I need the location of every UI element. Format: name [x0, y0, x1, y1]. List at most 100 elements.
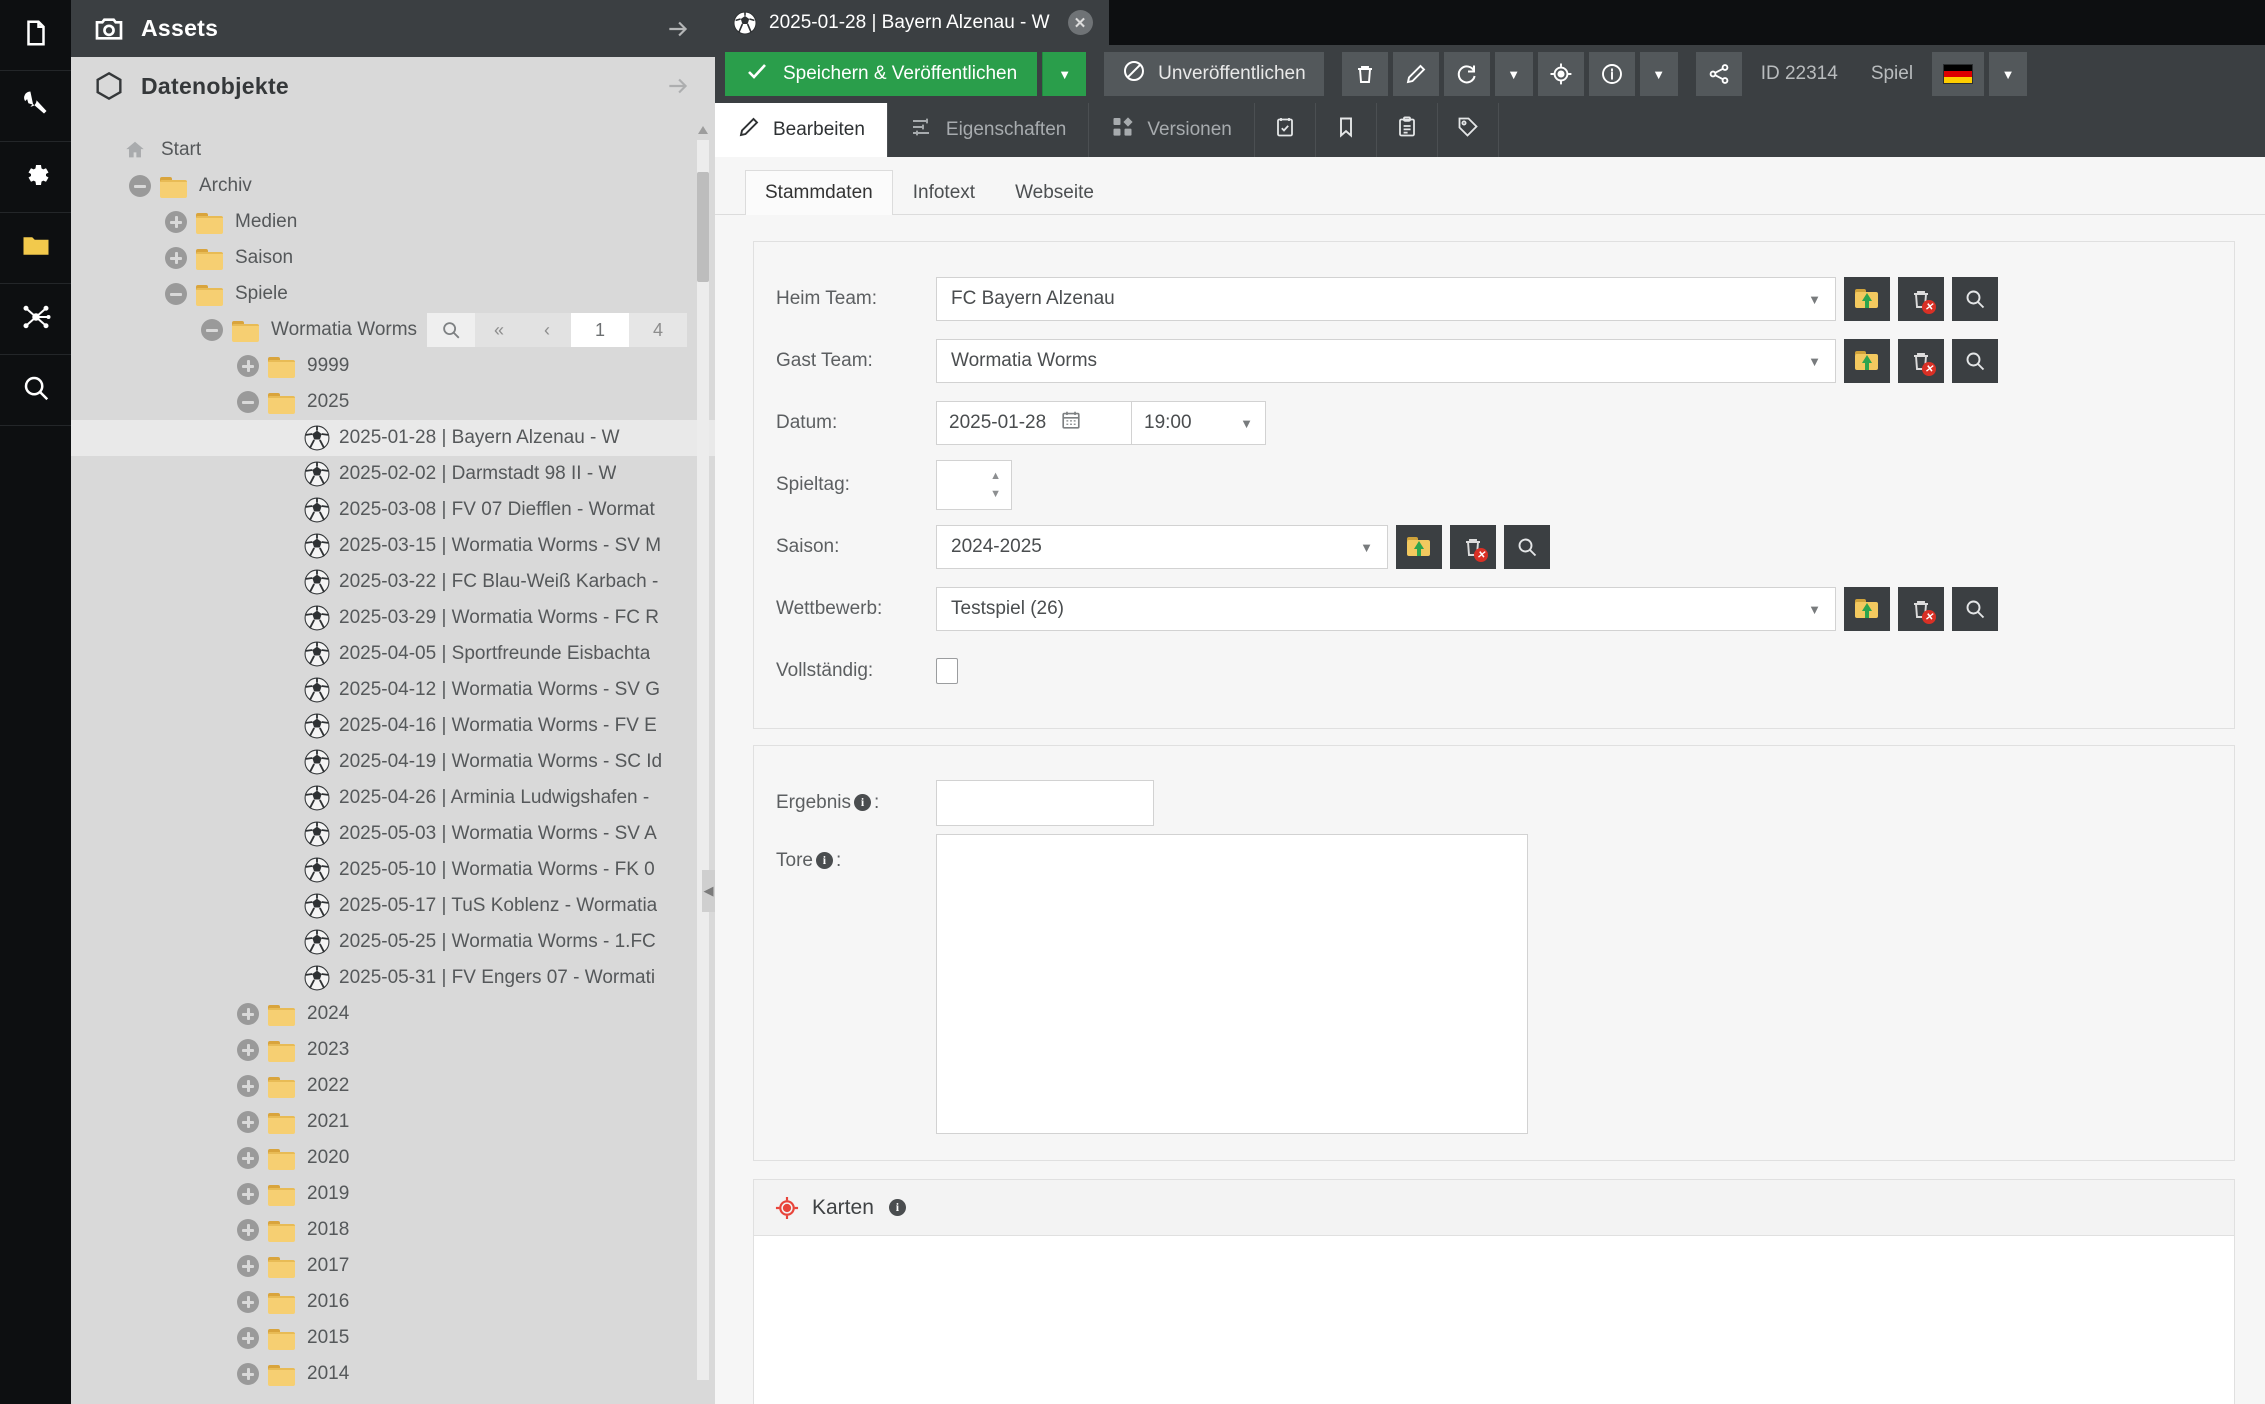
tree-item-folder[interactable]: 2022	[71, 1068, 715, 1104]
tree-item-match[interactable]: 2025-05-10 | Wormatia Worms - FK 0	[71, 852, 715, 888]
tree-item-folder[interactable]: 2014	[71, 1356, 715, 1392]
chevron-down-icon[interactable]: ▼	[1808, 292, 1821, 307]
gast-team-open-button[interactable]	[1844, 339, 1890, 383]
tree-item-match[interactable]: 2025-05-17 | TuS Koblenz - Wormatia	[71, 888, 715, 924]
saison-open-button[interactable]	[1396, 525, 1442, 569]
tree-item-folder[interactable]: Spiele	[71, 276, 715, 312]
tree-item-folder[interactable]: Saison	[71, 240, 715, 276]
tab-stammdaten[interactable]: Stammdaten	[745, 170, 893, 215]
reload-caret-icon[interactable]: ▼	[1494, 52, 1533, 96]
tree-item-folder[interactable]: 2020	[71, 1140, 715, 1176]
tab-notes[interactable]	[1377, 103, 1438, 157]
saison-clear-button[interactable]: ✕	[1450, 525, 1496, 569]
tree-search-icon[interactable]	[427, 313, 476, 347]
collapse-icon[interactable]	[237, 391, 259, 413]
tree-item-folder[interactable]: 2018	[71, 1212, 715, 1248]
tree-item-folder[interactable]: 2021	[71, 1104, 715, 1140]
open-document-tab[interactable]: 2025-01-28 | Bayern Alzenau - W ✕	[715, 0, 1109, 45]
tree-item-match[interactable]: 2025-03-29 | Wormatia Worms - FC R	[71, 600, 715, 636]
edit-icon[interactable]	[1392, 52, 1439, 96]
tab-webseite[interactable]: Webseite	[995, 170, 1114, 215]
tree-item-folder[interactable]: Wormatia Worms «‹ 1 4	[71, 312, 715, 348]
tab-eigenschaften[interactable]: Eigenschaften	[888, 103, 1090, 157]
vollstaendig-checkbox[interactable]	[936, 658, 958, 684]
tree-item-folder[interactable]: 2025	[71, 384, 715, 420]
expand-icon[interactable]	[237, 1255, 259, 1277]
gast-team-select[interactable]: Wormatia Worms ▼	[936, 339, 1836, 383]
expand-icon[interactable]	[237, 1291, 259, 1313]
tree-item-match[interactable]: 2025-03-08 | FV 07 Diefflen - Wormat	[71, 492, 715, 528]
heim-team-search-button[interactable]	[1952, 277, 1998, 321]
tree-item-match[interactable]: 2025-04-26 | Arminia Ludwigshafen -	[71, 780, 715, 816]
object-tree[interactable]: Start Archiv Medien Saison Spiele Wormatia Wo…	[71, 115, 715, 1404]
sidebar-item-tools[interactable]	[0, 71, 71, 142]
tree-item-match[interactable]: 2025-05-03 | Wormatia Worms - SV A	[71, 816, 715, 852]
tree-item-folder[interactable]: Archiv	[71, 168, 715, 204]
tab-versionen[interactable]: Versionen	[1089, 103, 1255, 157]
tree-item-match[interactable]: 2025-04-16 | Wormatia Worms - FV E	[71, 708, 715, 744]
info-icon[interactable]: i	[888, 1199, 906, 1216]
tree-item-match[interactable]: 2025-04-12 | Wormatia Worms - SV G	[71, 672, 715, 708]
wettbewerb-select[interactable]: Testspiel (26) ▼	[936, 587, 1836, 631]
karten-section-header[interactable]: Karten i	[754, 1180, 2234, 1236]
tree-item-match[interactable]: 2025-05-25 | Wormatia Worms - 1.FC	[71, 924, 715, 960]
heim-team-select[interactable]: FC Bayern Alzenau ▼	[936, 277, 1836, 321]
tree-item-folder[interactable]: 2015	[71, 1320, 715, 1356]
expand-icon[interactable]	[165, 247, 187, 269]
karten-section-body[interactable]	[754, 1236, 2234, 1404]
share-icon[interactable]	[1695, 52, 1742, 96]
saison-search-button[interactable]	[1504, 525, 1550, 569]
sidebar-item-search[interactable]	[0, 355, 71, 426]
tree-item-folder[interactable]: 2017	[71, 1248, 715, 1284]
tree-item-folder[interactable]: 2023	[71, 1032, 715, 1068]
expand-icon[interactable]	[237, 1219, 259, 1241]
tree-item-folder[interactable]: 9999	[71, 348, 715, 384]
tree-item-folder[interactable]: Medien	[71, 204, 715, 240]
tree-scrollbar[interactable]	[697, 126, 709, 1380]
spieltag-stepper[interactable]: ▲ ▼	[936, 460, 1012, 510]
uhrzeit-select[interactable]: 19:00 ▼	[1132, 401, 1266, 445]
tab-tags[interactable]	[1438, 103, 1499, 157]
tree-item-match[interactable]: 2025-03-15 | Wormatia Worms - SV M	[71, 528, 715, 564]
expand-icon[interactable]	[237, 1075, 259, 1097]
tab-infotext[interactable]: Infotext	[893, 170, 995, 215]
unpublish-button[interactable]: Unveröffentlichen	[1104, 52, 1324, 96]
save-and-publish-button[interactable]: Speichern & Veröffentlichen	[725, 52, 1038, 96]
wettbewerb-search-button[interactable]	[1952, 587, 1998, 631]
sidebar-item-objects[interactable]	[0, 284, 71, 355]
save-options-caret-icon[interactable]: ▼	[1042, 52, 1087, 96]
tree-item-match[interactable]: 2025-03-22 | FC Blau-Weiß Karbach -	[71, 564, 715, 600]
close-icon[interactable]: ✕	[1067, 10, 1093, 35]
tab-tasks[interactable]	[1255, 103, 1316, 157]
tree-item-match[interactable]: 2025-05-31 | FV Engers 07 - Wormati	[71, 960, 715, 996]
info-icon[interactable]: i	[815, 852, 833, 870]
tree-item-folder[interactable]: 2016	[71, 1284, 715, 1320]
stepper-up-icon[interactable]: ▲	[990, 470, 1001, 482]
expand-icon[interactable]	[237, 1363, 259, 1385]
datum-input[interactable]: 2025-01-28	[936, 401, 1132, 445]
stepper-arrows-icon[interactable]: ▲ ▼	[990, 470, 1001, 500]
tree-item-match[interactable]: 2025-04-19 | Wormatia Worms - SC Id	[71, 744, 715, 780]
pagination-first-button[interactable]: «	[475, 313, 524, 347]
expand-icon[interactable]	[237, 1039, 259, 1061]
language-flag-button[interactable]	[1932, 52, 1985, 96]
sidebar-item-files[interactable]	[0, 213, 71, 284]
heim-team-open-button[interactable]	[1844, 277, 1890, 321]
tree-item-match[interactable]: 2025-02-02 | Darmstadt 98 II - W	[71, 456, 715, 492]
tree-item-match[interactable]: 2025-01-28 | Bayern Alzenau - W	[71, 420, 715, 456]
expand-icon[interactable]	[237, 1111, 259, 1133]
expand-icon[interactable]	[237, 1147, 259, 1169]
reload-icon[interactable]	[1443, 52, 1490, 96]
info-caret-icon[interactable]: ▼	[1639, 52, 1678, 96]
tab-bearbeiten[interactable]: Bearbeiten	[715, 103, 888, 157]
tree-item-match[interactable]: 2025-04-05 | Sportfreunde Eisbachta	[71, 636, 715, 672]
wettbewerb-open-button[interactable]	[1844, 587, 1890, 631]
saison-select[interactable]: 2024-2025 ▼	[936, 525, 1388, 569]
scrollbar-thumb[interactable]	[697, 172, 709, 282]
chevron-down-icon[interactable]: ▼	[1240, 416, 1253, 431]
heim-team-clear-button[interactable]: ✕	[1898, 277, 1944, 321]
chevron-down-icon[interactable]: ▼	[1808, 602, 1821, 617]
stepper-down-icon[interactable]: ▼	[990, 488, 1001, 500]
data-objects-collapse-arrow-icon[interactable]	[663, 73, 693, 99]
gast-team-search-button[interactable]	[1952, 339, 1998, 383]
